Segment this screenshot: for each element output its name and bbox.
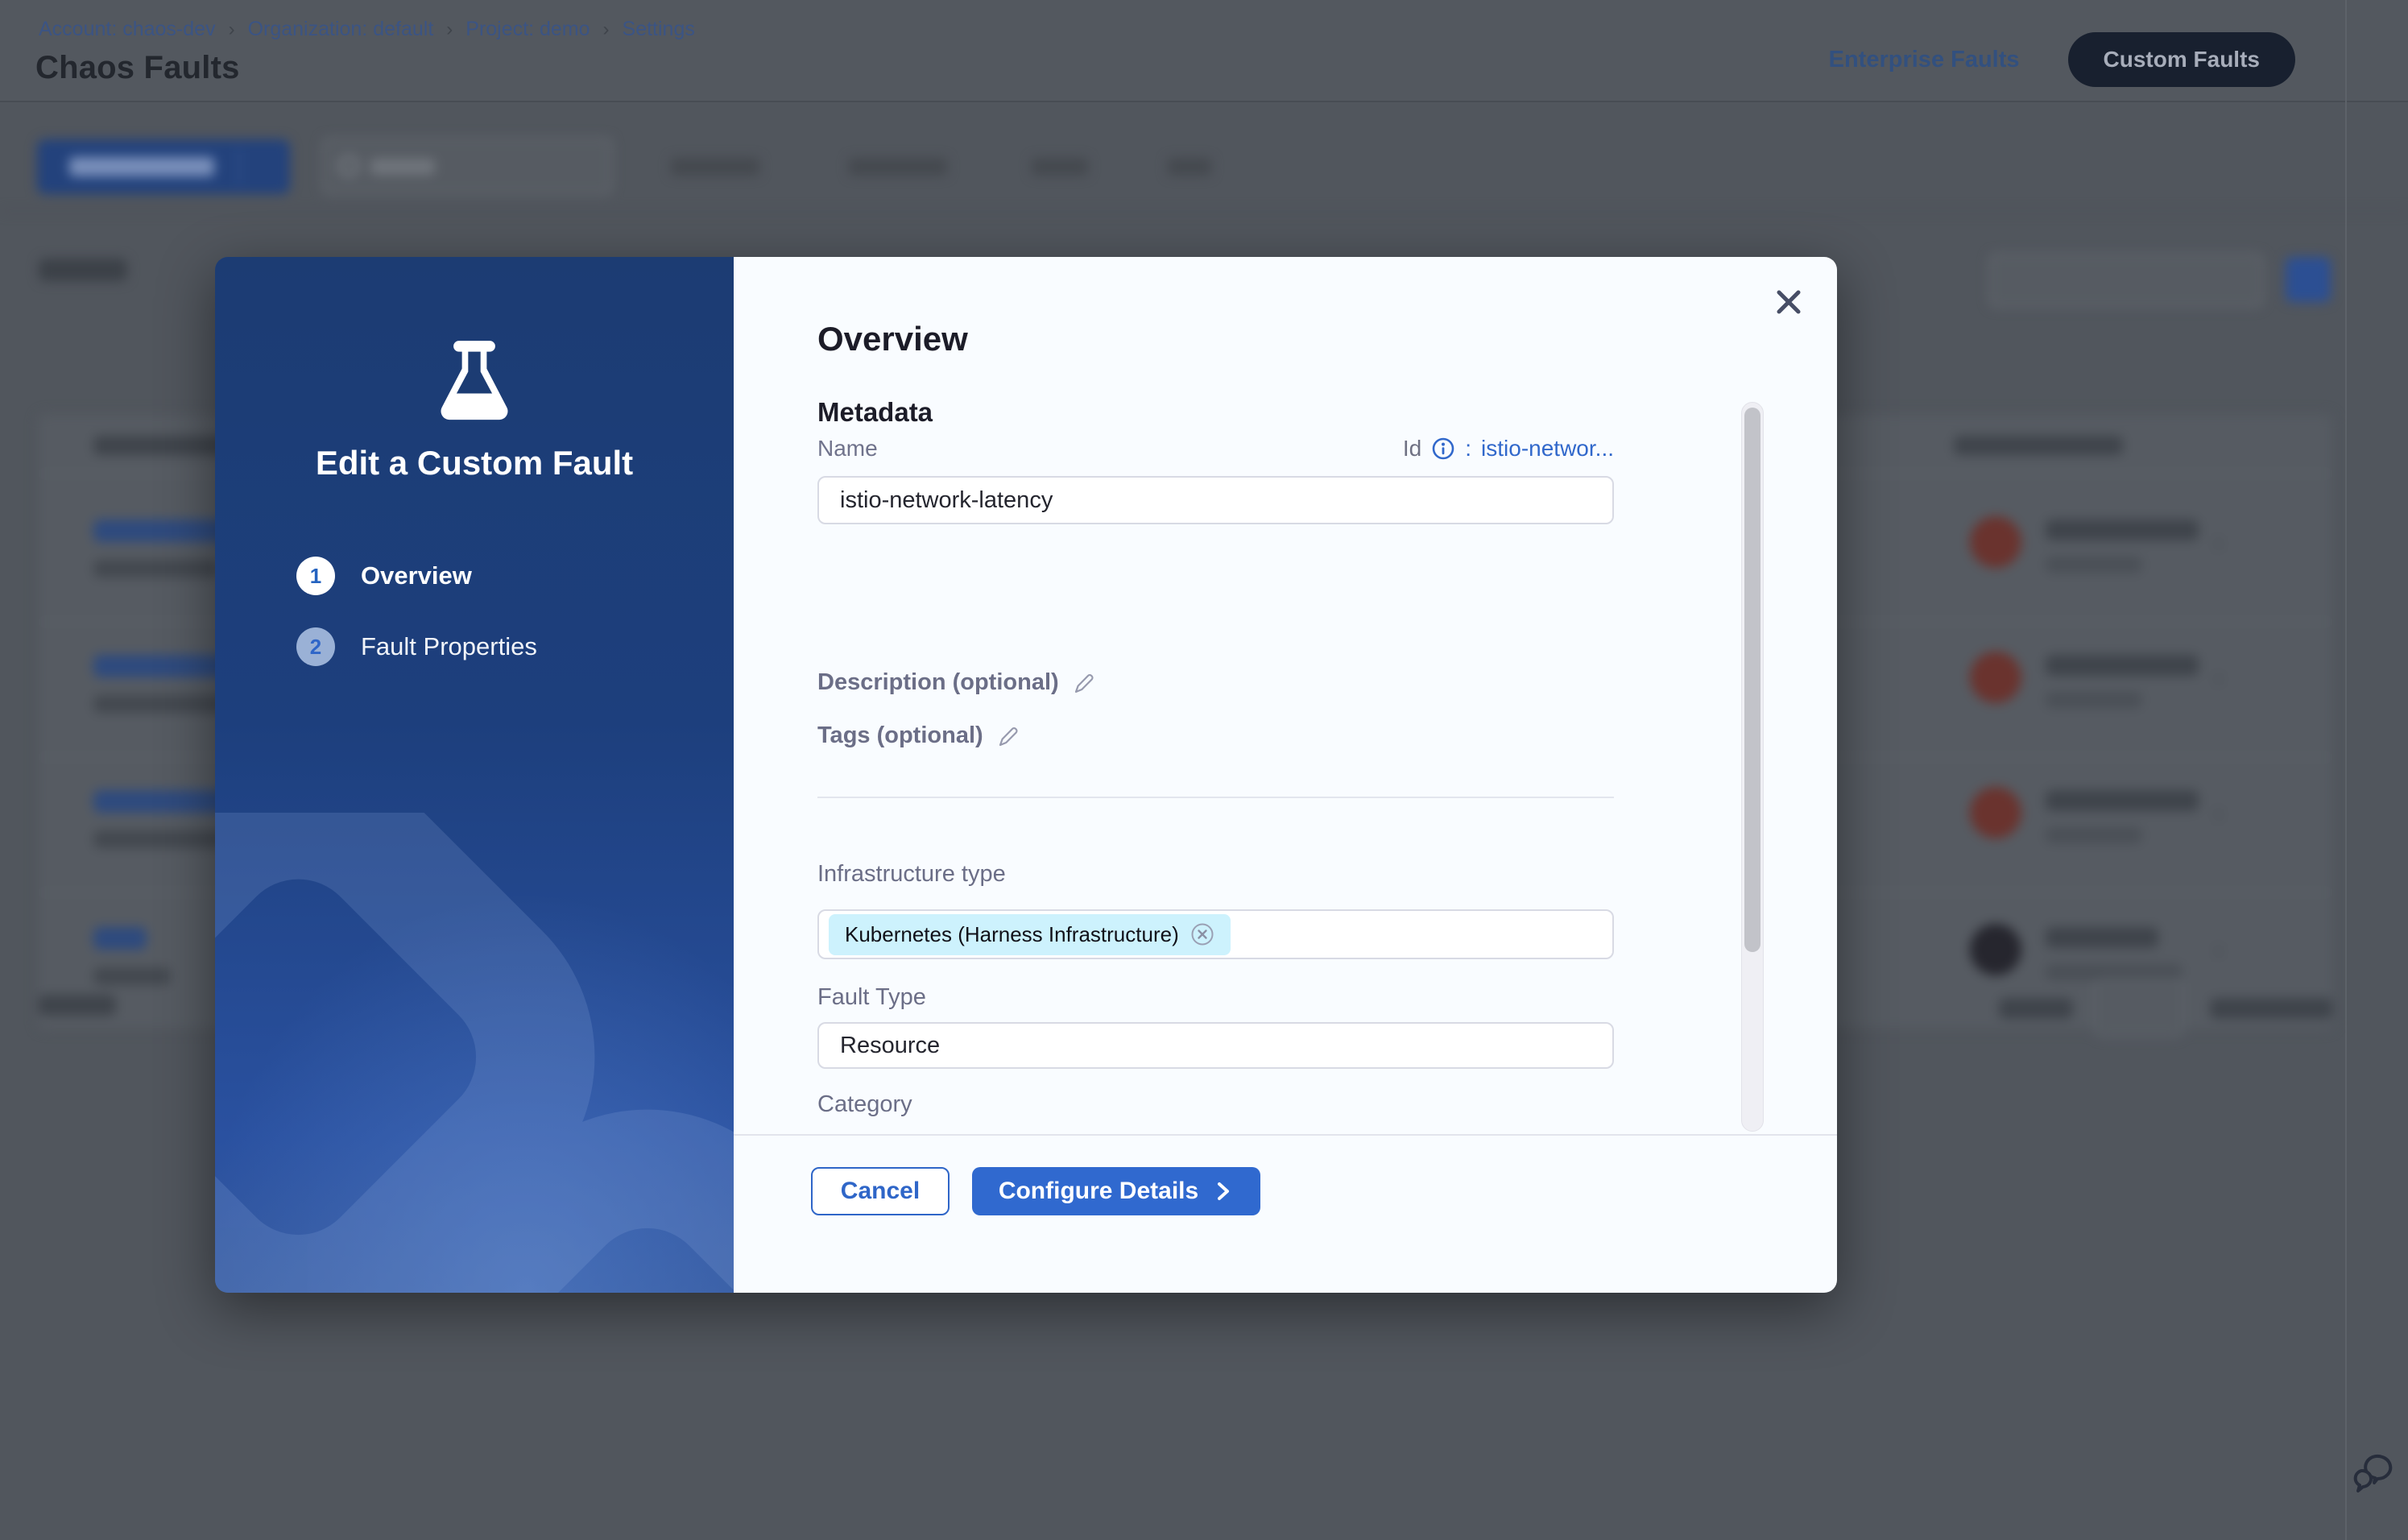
chevron-right-icon[interactable]: ›	[2213, 660, 2224, 696]
breadcrumb-settings[interactable]: Settings	[623, 18, 695, 41]
step-1-badge: 1	[296, 557, 335, 595]
modal-sidebar: Edit a Custom Fault 1 Overview 2 Fault P…	[215, 257, 734, 1293]
step-2-badge: 2	[296, 627, 335, 666]
new-fault-label-blur	[69, 157, 214, 176]
screen: Account: chaos-dev › Organization: defau…	[0, 0, 2408, 1540]
edit-description-icon[interactable]	[1072, 671, 1096, 695]
scrollbar-thumb[interactable]	[1744, 408, 1760, 952]
fault-avatar	[1970, 516, 2021, 568]
modal-sidebar-title: Edit a Custom Fault	[215, 444, 734, 482]
chevron-right-icon	[1213, 1180, 1234, 1203]
infrastructure-type-select[interactable]: Kubernetes (Harness Infrastructure)	[817, 909, 1614, 959]
tags-label: Tags (optional)	[817, 722, 983, 749]
breadcrumb-separator: ›	[229, 19, 235, 41]
fault-avatar	[1970, 924, 2021, 975]
section-divider	[817, 797, 1614, 798]
id-label: Id	[1403, 436, 1421, 462]
modal-scroll-region: Metadata Name Id : istio-networ...	[734, 378, 1837, 1136]
remove-chip-icon[interactable]	[1190, 922, 1214, 946]
total-count-blur	[39, 259, 127, 281]
fault-type-label: Fault Type	[817, 984, 926, 1011]
table-search-input[interactable]	[1989, 254, 2263, 307]
fault-type-field-box	[817, 1022, 1614, 1069]
new-fault-split-divider	[238, 149, 240, 184]
step-2-label: Fault Properties	[361, 632, 537, 661]
right-panel-divider	[2345, 0, 2347, 1540]
breadcrumb-separator: ›	[603, 19, 610, 41]
fault-avatar	[1970, 787, 2021, 838]
modal-step-title: Overview	[817, 320, 968, 358]
category-filter-dropdown[interactable]	[658, 138, 776, 194]
fault-type-input[interactable]	[819, 1024, 1612, 1067]
chat-bubbles-icon[interactable]	[2353, 1451, 2400, 1497]
edit-custom-fault-modal: Edit a Custom Fault 1 Overview 2 Fault P…	[215, 257, 1837, 1293]
category-label: Category	[817, 1091, 912, 1118]
fault-avatar	[1970, 652, 2021, 703]
search-icon	[338, 155, 359, 176]
close-icon[interactable]	[1771, 284, 1806, 320]
search-placeholder-blur	[370, 159, 435, 175]
name-input[interactable]	[819, 478, 1612, 523]
step-overview[interactable]: 1 Overview	[296, 557, 537, 595]
name-field-box	[817, 476, 1614, 524]
fault-id-link[interactable]: istio-networ...	[1481, 436, 1614, 462]
wizard-steps: 1 Overview 2 Fault Properties	[296, 557, 537, 698]
modal-scrollbar[interactable]	[1741, 402, 1764, 1132]
column-header-last-modified[interactable]	[1954, 436, 2123, 455]
cancel-button[interactable]: Cancel	[811, 1167, 950, 1215]
id-colon: :	[1465, 436, 1471, 462]
page-title: Chaos Faults	[35, 50, 240, 86]
tags-filter-dropdown[interactable]	[1019, 138, 1104, 194]
toolbar-divider	[0, 210, 2408, 212]
breadcrumb-separator: ›	[446, 19, 453, 41]
table-settings-button[interactable]	[2286, 257, 2331, 302]
infrastructure-chip: Kubernetes (Harness Infrastructure)	[829, 914, 1231, 955]
name-label: Name	[817, 436, 878, 462]
custom-faults-button[interactable]: Custom Faults	[2068, 32, 2295, 87]
chevron-right-icon[interactable]: ›	[2213, 795, 2224, 831]
rows-per-page-select[interactable]	[2094, 979, 2184, 1037]
infrastructure-type-label: Infrastructure type	[817, 861, 1006, 888]
chevron-right-icon[interactable]: ›	[2213, 524, 2224, 561]
breadcrumb: Account: chaos-dev › Organization: defau…	[39, 18, 695, 41]
enterprise-faults-link[interactable]: Enterprise Faults	[1829, 47, 2020, 73]
clear-filters-button[interactable]	[1155, 138, 1224, 194]
step-fault-properties[interactable]: 2 Fault Properties	[296, 627, 537, 666]
breadcrumb-account[interactable]: Account: chaos-dev	[39, 18, 216, 41]
new-fault-button[interactable]	[37, 139, 290, 194]
description-label: Description (optional)	[817, 669, 1059, 696]
harness-logo-watermark	[215, 813, 734, 1293]
search-input[interactable]	[322, 138, 612, 194]
breadcrumb-organization[interactable]: Organization: default	[248, 18, 434, 41]
info-icon[interactable]	[1431, 437, 1455, 461]
modal-content: Overview Metadata Name Id : istio-networ…	[734, 257, 1837, 1293]
edit-tags-icon[interactable]	[996, 724, 1020, 748]
step-1-label: Overview	[361, 561, 472, 590]
breadcrumb-project[interactable]: Project: demo	[465, 18, 590, 41]
configure-details-button[interactable]: Configure Details	[972, 1167, 1260, 1215]
flask-icon	[436, 339, 513, 426]
rows-per-page-label-blur	[1999, 998, 2073, 1019]
chevron-right-icon[interactable]: ›	[2213, 932, 2224, 968]
metadata-heading: Metadata	[817, 397, 933, 428]
pagination-total-blur	[39, 995, 116, 1016]
fault-type-filter-dropdown[interactable]	[836, 138, 963, 194]
page-header: Account: chaos-dev › Organization: defau…	[0, 0, 2408, 102]
go-to-page-label-blur	[2210, 998, 2332, 1019]
